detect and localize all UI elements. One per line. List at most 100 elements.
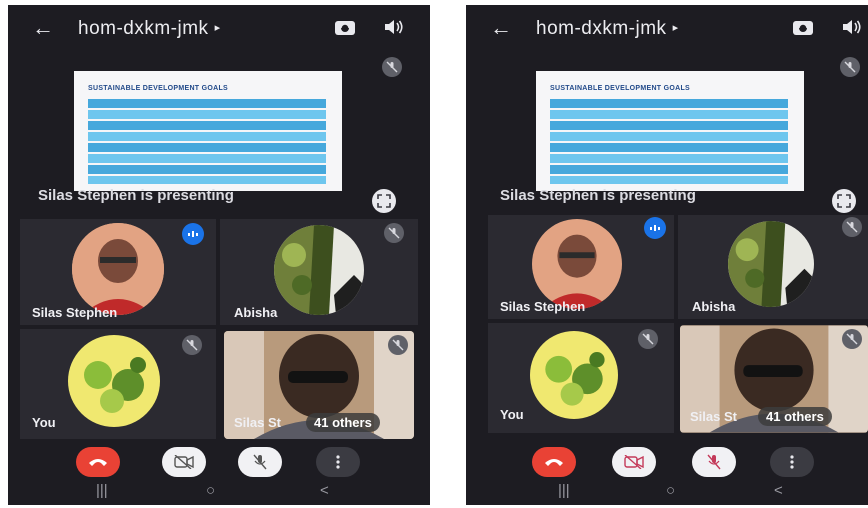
avatar xyxy=(68,335,160,427)
slide-title: SUSTAINABLE DEVELOPMENT GOALS xyxy=(550,85,691,92)
others-count-badge[interactable]: 41 others xyxy=(758,407,832,426)
end-call-button[interactable] xyxy=(76,447,120,477)
mic-off-icon xyxy=(382,57,402,77)
participant-name: Silas Stephen xyxy=(32,305,118,320)
home-icon[interactable]: ○ xyxy=(206,483,215,498)
fullscreen-button[interactable] xyxy=(372,189,396,213)
recents-icon[interactable]: ||| xyxy=(558,483,570,498)
participant-tile-video[interactable]: Silas St 41 others xyxy=(224,331,414,439)
slide-row xyxy=(88,121,326,130)
fullscreen-button[interactable] xyxy=(832,189,856,213)
participant-name: You xyxy=(500,407,524,422)
slide-row xyxy=(550,121,788,130)
more-vertical-icon xyxy=(790,455,794,469)
presentation-slide: SUSTAINABLE DEVELOPMENT GOALS xyxy=(536,71,804,191)
camera-off-icon xyxy=(624,455,644,469)
speaking-indicator xyxy=(644,217,666,239)
slide-row xyxy=(88,143,326,152)
participant-name: Silas St xyxy=(690,409,737,424)
android-nav-bar: ||| ○ < xyxy=(8,479,430,505)
end-call-button[interactable] xyxy=(532,447,576,477)
mic-off-icon xyxy=(707,454,721,470)
phone-hangup-icon xyxy=(545,459,563,466)
chevron-right-icon: ▸ xyxy=(672,22,679,34)
mic-off-icon xyxy=(384,223,404,243)
more-options-button[interactable] xyxy=(316,447,360,477)
slide-row xyxy=(88,154,326,163)
participant-tile-abisha[interactable]: Abisha xyxy=(678,215,868,319)
meeting-code: hom-dxkm-jmk xyxy=(78,18,209,39)
participant-name: Abisha xyxy=(692,299,736,314)
mic-off-icon xyxy=(253,454,267,470)
phone-hangup-icon xyxy=(89,459,107,466)
slide-title: SUSTAINABLE DEVELOPMENT GOALS xyxy=(88,85,229,92)
mic-off-icon xyxy=(638,329,658,349)
slide-row xyxy=(550,143,788,152)
switch-camera-icon[interactable] xyxy=(792,18,814,36)
android-nav-bar: ||| ○ < xyxy=(466,479,868,505)
others-count-badge[interactable]: 41 others xyxy=(306,413,380,432)
back-icon[interactable]: < xyxy=(774,483,783,498)
participant-tile-silas[interactable]: Silas Stephen xyxy=(20,219,216,325)
camera-toggle-button[interactable] xyxy=(612,447,656,477)
meeting-code-button[interactable]: hom-dxkm-jmk ▸ xyxy=(536,18,679,40)
meeting-top-bar: ← hom-dxkm-jmk ▸ xyxy=(8,5,430,53)
chevron-right-icon: ▸ xyxy=(214,22,221,34)
speaker-icon[interactable] xyxy=(842,19,862,35)
mic-off-icon xyxy=(182,335,202,355)
slide-row xyxy=(550,154,788,163)
mic-off-icon xyxy=(388,335,408,355)
participant-name: You xyxy=(32,415,56,430)
mic-off-icon xyxy=(840,57,860,77)
participant-tile-you[interactable]: You xyxy=(20,329,216,439)
meeting-code-button[interactable]: hom-dxkm-jmk ▸ xyxy=(78,18,221,40)
camera-off-icon xyxy=(174,455,194,469)
participant-tile-you[interactable]: You xyxy=(488,323,674,433)
recents-icon[interactable]: ||| xyxy=(96,483,108,498)
participant-tile-abisha[interactable]: Abisha xyxy=(220,219,418,325)
participant-name: Silas Stephen xyxy=(500,299,586,314)
back-arrow-icon[interactable]: ← xyxy=(490,17,512,39)
presenting-label: Silas Stephen is presenting xyxy=(38,187,234,204)
avatar xyxy=(530,331,618,419)
phone-screen-right: ← hom-dxkm-jmk ▸ SUSTAINABLE DEVELOPMENT … xyxy=(466,5,868,505)
avatar xyxy=(274,225,364,315)
mic-toggle-button[interactable] xyxy=(238,447,282,477)
avatar xyxy=(728,221,814,307)
speaking-indicator xyxy=(182,223,204,245)
speaker-icon[interactable] xyxy=(384,19,404,35)
participant-name: Silas St xyxy=(234,415,281,430)
slide-row xyxy=(550,165,788,174)
presentation-slide: SUSTAINABLE DEVELOPMENT GOALS xyxy=(74,71,342,191)
more-vertical-icon xyxy=(336,455,340,469)
slide-row xyxy=(550,132,788,141)
back-arrow-icon[interactable]: ← xyxy=(32,17,54,39)
more-options-button[interactable] xyxy=(770,447,814,477)
camera-toggle-button[interactable] xyxy=(162,447,206,477)
mic-off-icon xyxy=(842,217,862,237)
slide-row xyxy=(88,176,326,184)
meeting-code: hom-dxkm-jmk xyxy=(536,18,667,39)
phone-screen-left: ← hom-dxkm-jmk ▸ SUSTAINABLE DEVELOPMENT … xyxy=(8,5,430,505)
meeting-top-bar: ← hom-dxkm-jmk ▸ xyxy=(466,5,868,53)
participant-tile-video[interactable]: Silas St 41 others xyxy=(680,325,868,433)
fullscreen-icon xyxy=(837,194,851,208)
mic-toggle-button[interactable] xyxy=(692,447,736,477)
presenting-label: Silas Stephen is presenting xyxy=(500,187,696,204)
home-icon[interactable]: ○ xyxy=(666,483,675,498)
slide-row xyxy=(550,176,788,184)
back-icon[interactable]: < xyxy=(320,483,329,498)
slide-row xyxy=(88,132,326,141)
slide-row xyxy=(88,165,326,174)
avatar xyxy=(72,223,164,315)
slide-row xyxy=(88,110,326,119)
avatar xyxy=(532,219,622,309)
mic-off-icon xyxy=(842,329,862,349)
switch-camera-icon[interactable] xyxy=(334,18,356,36)
slide-row xyxy=(88,99,326,108)
participant-name: Abisha xyxy=(234,305,278,320)
fullscreen-icon xyxy=(377,194,391,208)
slide-row xyxy=(550,110,788,119)
participant-tile-silas[interactable]: Silas Stephen xyxy=(488,215,674,319)
slide-row xyxy=(550,99,788,108)
